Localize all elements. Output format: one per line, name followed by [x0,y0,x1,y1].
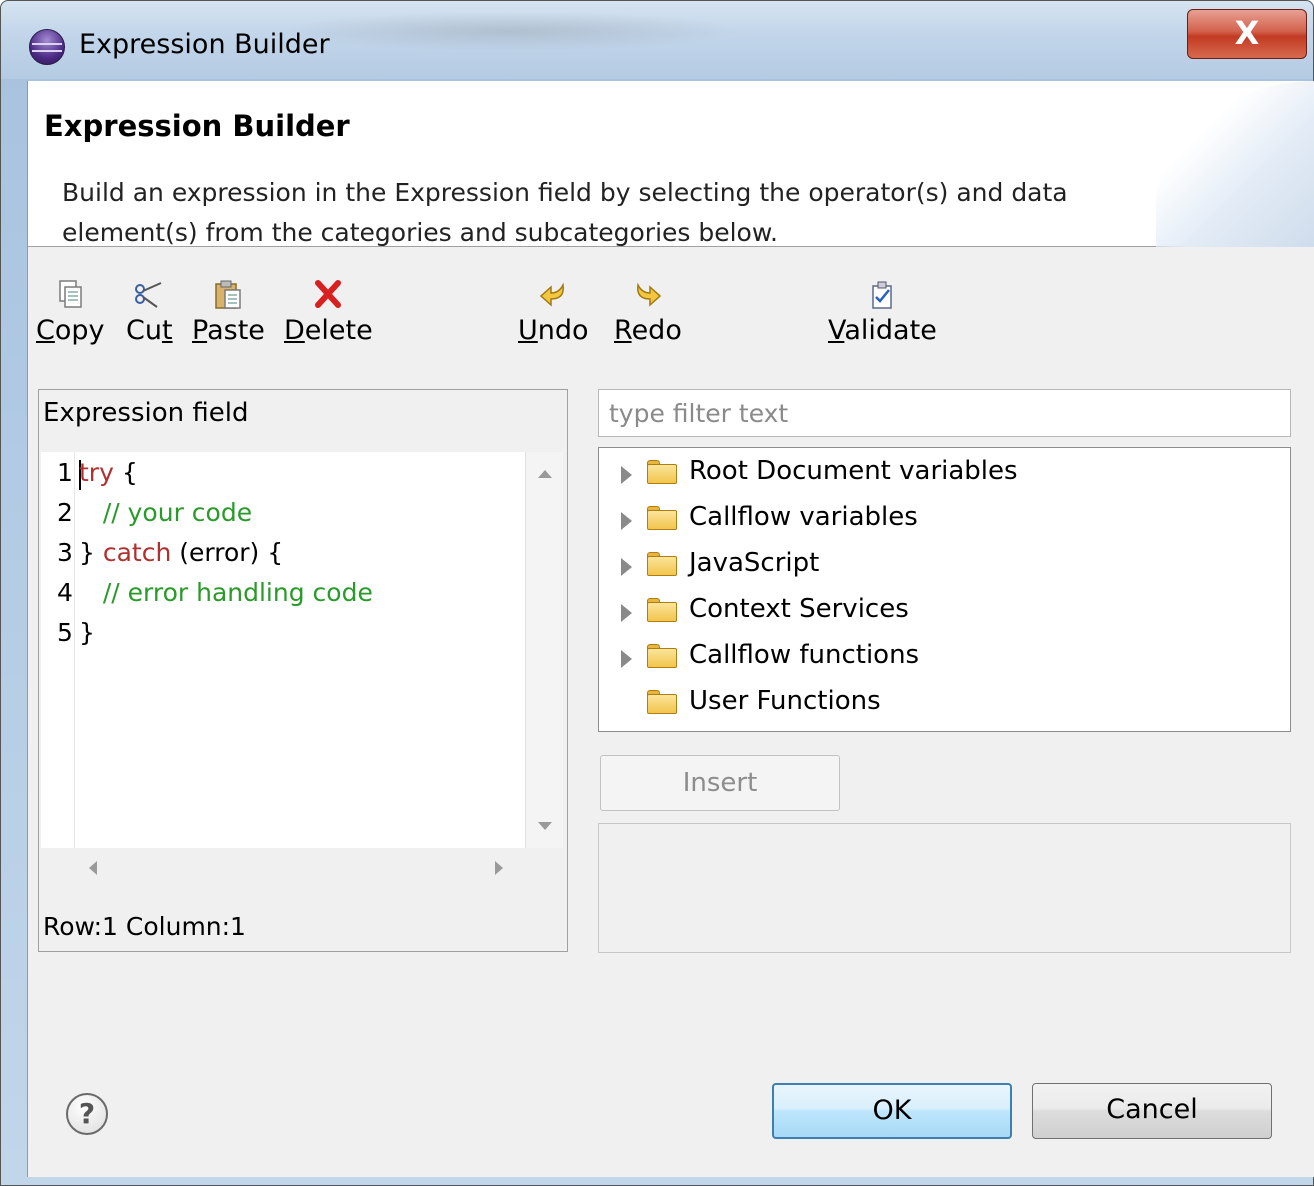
redo-label: Redo [614,315,682,346]
tree-item-label: Root Document variables [689,456,1018,486]
item-description-panel [598,823,1291,953]
line-number: 4 [57,578,73,607]
copy-icon [59,280,82,308]
undo-icon [540,282,565,307]
insert-button[interactable]: Insert [600,755,840,811]
code-line: } catch (error) { [79,538,284,567]
expand-arrow-icon[interactable] [621,466,632,484]
help-icon[interactable]: ? [66,1093,108,1135]
cancel-button[interactable]: Cancel [1032,1083,1272,1139]
line-number: 2 [57,498,73,527]
undo-label: Undo [518,315,589,346]
header-decoration [1156,81,1314,247]
tree-item-label: JavaScript [689,548,820,578]
expression-field-group: Expression field 1 2 3 4 5 try { // your… [38,389,568,952]
expand-arrow-icon[interactable] [621,650,632,668]
delete-label: Delete [284,315,373,346]
folder-icon [647,460,677,484]
code-line: // your code [102,498,253,527]
cursor-position-status: Row:1 Column:1 [43,912,246,941]
window-title: Expression Builder [79,29,330,60]
cut-label: Cut [126,315,173,346]
cut-button[interactable]: Cut [126,277,173,346]
expand-arrow-icon[interactable] [621,558,632,576]
eclipse-icon [29,29,65,65]
close-button[interactable]: X [1187,9,1307,59]
paste-label: Paste [192,315,265,346]
title-bar-glow [281,11,741,51]
expression-field-label: Expression field [43,398,249,428]
delete-button[interactable]: Delete [284,277,373,346]
expression-editor[interactable]: 1 2 3 4 5 try { // your code } catch (er… [41,452,525,848]
dialog-header: Expression Builder Build an expression i… [28,81,1314,247]
ok-button[interactable]: OK [772,1083,1012,1139]
undo-button[interactable]: Undo [518,277,589,346]
vertical-scrollbar[interactable] [525,452,563,848]
validate-icon [872,281,893,309]
code-line: // error handling code [102,578,373,607]
tree-item-javascript[interactable]: JavaScript [599,544,1279,588]
filter-input[interactable] [598,389,1291,437]
dialog-window: Expression Builder X Expression Builder … [0,0,1314,1186]
paste-icon [215,280,242,309]
copy-button[interactable]: Copy [36,277,105,346]
tree-item-user-functions[interactable]: User Functions [599,682,1279,726]
paste-button[interactable]: Paste [192,277,265,346]
code-line: } [79,618,95,647]
header-description: Build an expression in the Expression fi… [62,178,1068,247]
line-number-ruler: 1 2 3 4 5 [41,452,75,848]
redo-icon [636,282,662,307]
dialog-client-area: Expression Builder Build an expression i… [27,81,1314,1177]
horizontal-scrollbar[interactable] [75,848,521,888]
validate-button[interactable]: Validate [828,277,937,346]
folder-icon [647,506,677,530]
tree-item-root-document-variables[interactable]: Root Document variables [599,452,1279,496]
folder-icon [647,644,677,668]
folder-icon [647,690,677,714]
scissors-icon [135,282,162,308]
tree-item-label: Context Services [689,594,909,624]
expand-arrow-icon[interactable] [621,604,632,622]
folder-icon [647,598,677,622]
tree-item-label: Callflow variables [689,502,918,532]
line-number: 3 [57,538,73,567]
redo-button[interactable]: Redo [614,277,682,346]
expand-arrow-icon[interactable] [621,512,632,530]
line-number: 1 [57,458,73,487]
validate-label: Validate [828,315,937,346]
tree-item-context-services[interactable]: Context Services [599,590,1279,634]
tree-item-label: Callflow functions [689,640,920,670]
tree-item-label: User Functions [689,686,881,716]
scroll-down-icon[interactable] [538,822,552,830]
title-bar[interactable]: Expression Builder X [1,1,1313,79]
copy-label: Copy [36,315,105,346]
code-line: try { [79,458,138,487]
category-tree[interactable]: Root Document variables Callflow variabl… [598,447,1291,732]
tree-item-callflow-functions[interactable]: Callflow functions [599,636,1279,680]
tree-item-callflow-variables[interactable]: Callflow variables [599,498,1279,542]
line-number: 5 [57,618,73,647]
scroll-right-icon[interactable] [495,861,503,875]
delete-icon [315,280,342,308]
header-title: Expression Builder [44,109,350,143]
folder-icon [647,552,677,576]
scroll-up-icon[interactable] [538,470,552,478]
scroll-left-icon[interactable] [89,861,97,875]
